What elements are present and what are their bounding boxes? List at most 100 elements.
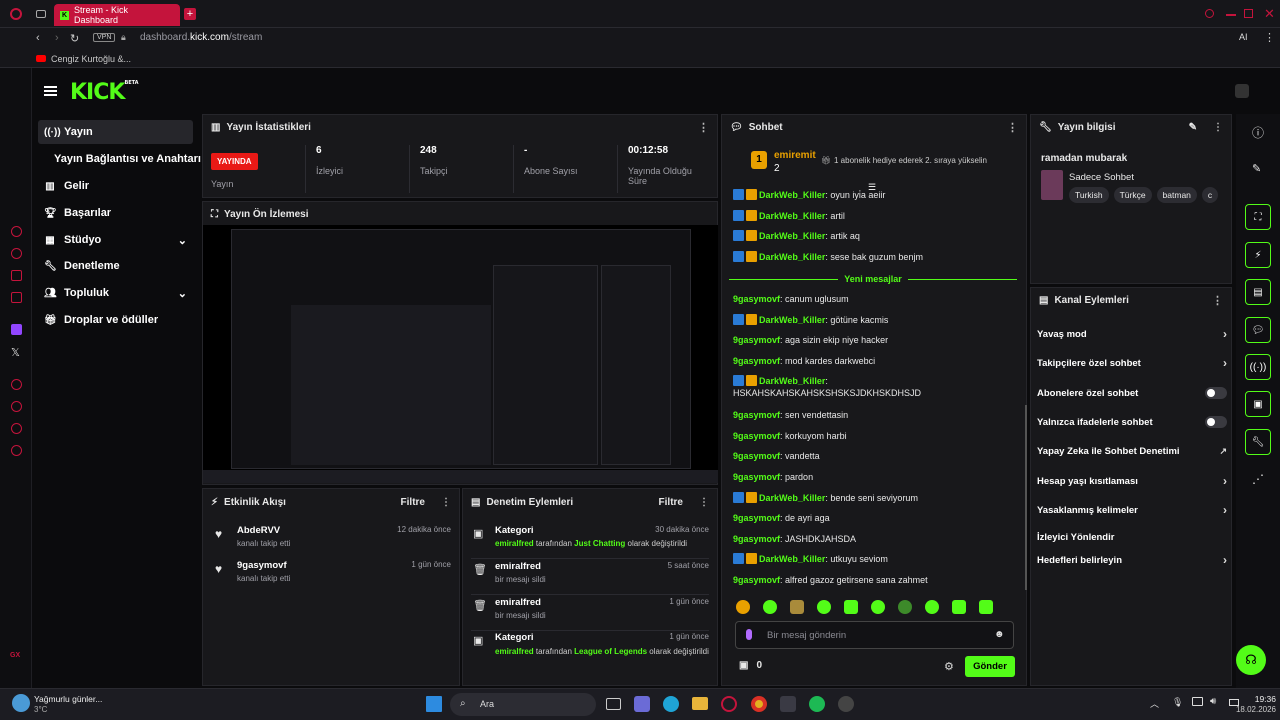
chat-username[interactable]: 9gasymovf [733,575,780,585]
chrome-icon[interactable] [751,696,767,712]
chat-username[interactable]: DarkWeb_Killer [759,554,825,564]
history-icon[interactable] [11,401,22,412]
sidebar-app-icon[interactable] [11,379,22,390]
chat-message[interactable]: 9gasymovf: de ayri aga [733,512,1023,524]
info-icon[interactable]: ⓘ [1252,124,1264,141]
new-tab-button[interactable]: + [184,8,196,20]
emote-icon[interactable] [790,600,804,614]
chat-message[interactable]: 9gasymovf: JASHDKJAHSDA [733,533,1023,545]
edit-pencil-icon[interactable]: ✎ [1252,162,1261,175]
support-chat-button[interactable]: ☊ [1236,645,1266,675]
filter-button[interactable]: Filtre [659,497,683,508]
hamburger-menu-icon[interactable] [44,86,57,96]
forward-icon[interactable]: › [55,32,59,44]
chat-username[interactable]: DarkWeb_Killer [759,190,825,200]
taskbar-app-icon[interactable] [634,696,650,712]
sidebar-app-icon[interactable] [11,292,22,303]
chat-username[interactable]: 9gasymovf [733,513,780,523]
sidebar-app-icon[interactable] [11,270,22,281]
workspaces-icon[interactable] [36,10,46,18]
emoji-picker-icon[interactable]: ☻ [994,629,1005,640]
twitch-icon[interactable] [11,324,22,335]
nav-drops[interactable]: 🎁︎ Droplar ve ödüller [38,308,193,332]
emote-icon[interactable] [925,600,939,614]
chat-username[interactable]: DarkWeb_Killer [759,315,825,325]
channel-action-row[interactable]: Hesap yaşı kısıtlaması › [1037,470,1227,492]
send-button[interactable]: Gönder [965,656,1015,677]
chat-username[interactable]: 9gasymovf [733,534,780,544]
channel-action-row[interactable]: İzleyici Yönlendir [1037,526,1227,548]
chat-username[interactable]: DarkWeb_Killer [759,376,825,386]
rail-broadcast-button[interactable]: ((·)) [1245,354,1271,380]
vpn-badge[interactable]: VPN [93,33,116,42]
stream-preview-video[interactable] [203,225,718,483]
kebab-menu-icon[interactable]: ⋮ [1007,121,1018,134]
rail-tools-button[interactable]: 🔧︎ [1245,429,1271,455]
opera-gx-icon[interactable] [721,696,737,712]
kebab-menu-icon[interactable]: ⋮ [698,121,709,134]
user-avatar[interactable] [1235,84,1249,98]
chat-username[interactable]: DarkWeb_Killer [759,493,825,503]
edge-icon[interactable] [663,696,679,712]
chat-message[interactable]: DarkWeb_Killer: artil [733,210,1023,222]
channel-action-row[interactable]: Yalnızca ifadelerle sohbet [1037,411,1227,433]
kebab-menu-icon[interactable]: ⋮ [441,497,451,508]
emote-icon[interactable] [763,600,777,614]
chat-message[interactable]: 9gasymovf: alfred gazoz getirsene sana z… [733,574,1023,586]
sidebar-app-icon[interactable] [11,423,22,434]
spotify-icon[interactable] [809,696,825,712]
filter-button[interactable]: Filtre [401,497,425,508]
channel-action-row[interactable]: Yapay Zeka ile Sohbet Denetimi ↗ [1037,440,1227,462]
chat-message[interactable]: 9gasymovf: pardon [733,471,1023,483]
minimize-button[interactable] [1226,14,1236,16]
sidebar-app-icon[interactable] [11,226,22,237]
microphone-tray-icon[interactable]: 🎙︎ [1172,697,1183,708]
emote-icon[interactable] [898,600,912,614]
nav-community[interactable]: 👥︎ Topluluk ⌄ [38,281,193,305]
rail-chat-button[interactable]: 💬︎ [1245,317,1271,343]
chat-username[interactable]: 9gasymovf [733,410,780,420]
rail-moderation-button[interactable]: ▣ [1245,391,1271,417]
chat-username[interactable]: 9gasymovf [733,294,780,304]
task-view-icon[interactable] [606,698,621,710]
chat-message[interactable]: 9gasymovf: korkuyom harbi [733,430,1023,442]
start-button[interactable] [426,696,442,712]
explorer-icon[interactable] [692,697,708,710]
microphone-icon[interactable] [746,629,752,640]
emote-icon[interactable] [844,600,858,614]
channel-points[interactable]: ▣ 0 [739,660,762,671]
channel-action-row[interactable]: Yasaklanmış kelimeler › [1037,499,1227,521]
nav-moderation[interactable]: 🔧︎ Denetleme [38,254,193,278]
chat-username[interactable]: 9gasymovf [733,356,780,366]
chat-username[interactable]: 9gasymovf [733,472,780,482]
close-window-button[interactable]: ✕ [1264,6,1275,22]
reload-icon[interactable]: ↻ [70,32,79,45]
bookmark-item[interactable]: Cengiz Kurtoğlu &... [51,54,131,64]
back-icon[interactable]: ‹ [36,32,40,44]
toggle-switch[interactable] [1205,387,1227,399]
emote-icon[interactable] [736,600,750,614]
emote-icon[interactable] [817,600,831,614]
search-tabs-icon[interactable] [1205,9,1214,18]
tag[interactable]: c [1201,187,1219,203]
settings-icon[interactable] [11,445,22,456]
chat-username[interactable]: 9gasymovf [733,335,780,345]
nav-stream-key[interactable]: Yayın Bağlantısı ve Anahtarı [38,147,203,171]
chat-message[interactable]: DarkWeb_Killer: oyun iyi̇a aeiir [733,189,1023,201]
connections-icon[interactable]: ⋰ [1252,472,1264,486]
tag[interactable]: Türkçe [1113,187,1152,203]
chat-username[interactable]: DarkWeb_Killer [759,252,825,262]
category-name[interactable]: Sadece Sohbet [1069,172,1134,183]
weather-icon[interactable] [12,694,30,712]
chat-message[interactable]: 9gasymovf: canum uglusum [733,293,1023,305]
speaker-icon[interactable]: 🔊︎ [1210,696,1216,707]
kebab-menu-icon[interactable]: ⋮ [699,497,709,508]
emote-icon[interactable] [952,600,966,614]
chat-scrollbar[interactable] [1025,405,1027,590]
url-field[interactable]: dashboard.kick.com/stream [140,32,262,43]
channel-action-row[interactable]: Takipçilere özel sohbet › [1037,352,1227,374]
steam-icon[interactable] [838,696,854,712]
edit-pencil-icon[interactable]: ✎ [1189,122,1197,133]
browser-menu-icon[interactable]: ⋮ [1264,31,1275,44]
emote-icon[interactable] [979,600,993,614]
